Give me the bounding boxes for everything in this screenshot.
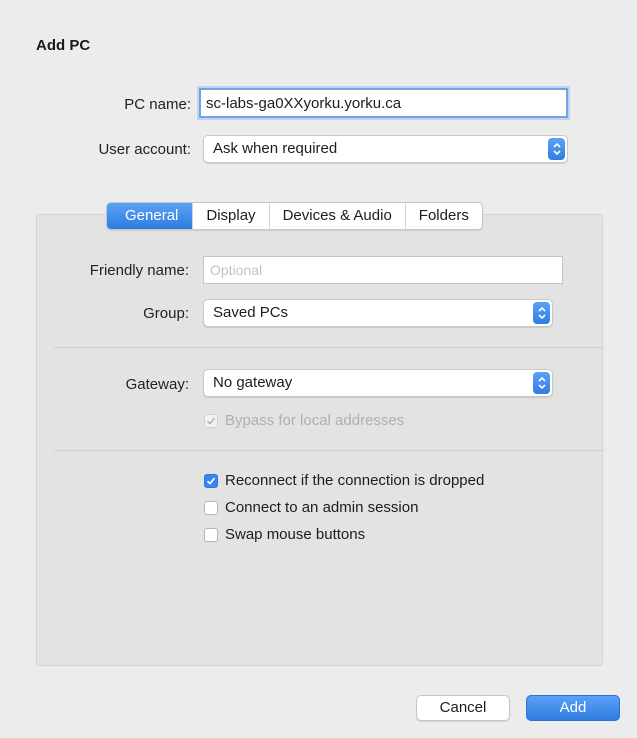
admin-session-checkbox-row[interactable]: Connect to an admin session	[204, 499, 418, 516]
bypass-local-checkbox-row: Bypass for local addresses	[204, 412, 404, 429]
reconnect-checkbox-row[interactable]: Reconnect if the connection is dropped	[204, 472, 484, 489]
chevron-updown-icon	[533, 302, 550, 324]
checkbox[interactable]	[204, 527, 218, 542]
gateway-label: Gateway:	[125, 376, 189, 393]
bypass-label: Bypass for local addresses	[225, 412, 405, 429]
friendly-name-input[interactable]	[203, 256, 563, 284]
swap-mouse-label: Swap mouse buttons	[225, 526, 366, 543]
tab-display[interactable]: Display	[192, 203, 268, 229]
user-account-label: User account:	[98, 141, 191, 158]
group-select[interactable]: Saved PCs	[203, 299, 553, 327]
add-pc-dialog: Add PC PC name: User account: Ask when r…	[0, 0, 637, 738]
pc-name-input[interactable]	[199, 88, 568, 118]
add-button[interactable]: Add	[526, 695, 620, 721]
pc-name-label: PC name:	[124, 96, 191, 113]
group-label: Group:	[143, 305, 189, 322]
cancel-button[interactable]: Cancel	[416, 695, 510, 721]
user-account-value: Ask when required	[213, 140, 338, 157]
tab-folders[interactable]: Folders	[404, 203, 482, 229]
swap-mouse-checkbox-row[interactable]: Swap mouse buttons	[204, 526, 365, 543]
divider	[54, 347, 604, 348]
user-account-select[interactable]: Ask when required	[203, 135, 568, 163]
reconnect-label: Reconnect if the connection is dropped	[225, 472, 485, 489]
checkbox[interactable]	[204, 473, 218, 488]
group-value: Saved PCs	[213, 304, 289, 321]
checkbox[interactable]	[204, 500, 218, 515]
tab-devices-audio[interactable]: Devices & Audio	[268, 203, 405, 229]
chevron-updown-icon	[548, 138, 565, 160]
gateway-value: No gateway	[213, 374, 293, 391]
tab-general[interactable]: General	[107, 203, 193, 229]
chevron-updown-icon	[533, 372, 550, 394]
divider	[54, 450, 604, 451]
gateway-select[interactable]: No gateway	[203, 369, 553, 397]
friendly-name-label: Friendly name:	[89, 262, 189, 279]
dialog-title: Add PC	[36, 37, 91, 54]
tab-bar: General Display Devices & Audio Folders	[106, 202, 483, 230]
admin-session-label: Connect to an admin session	[225, 499, 419, 516]
checkbox	[204, 413, 218, 428]
